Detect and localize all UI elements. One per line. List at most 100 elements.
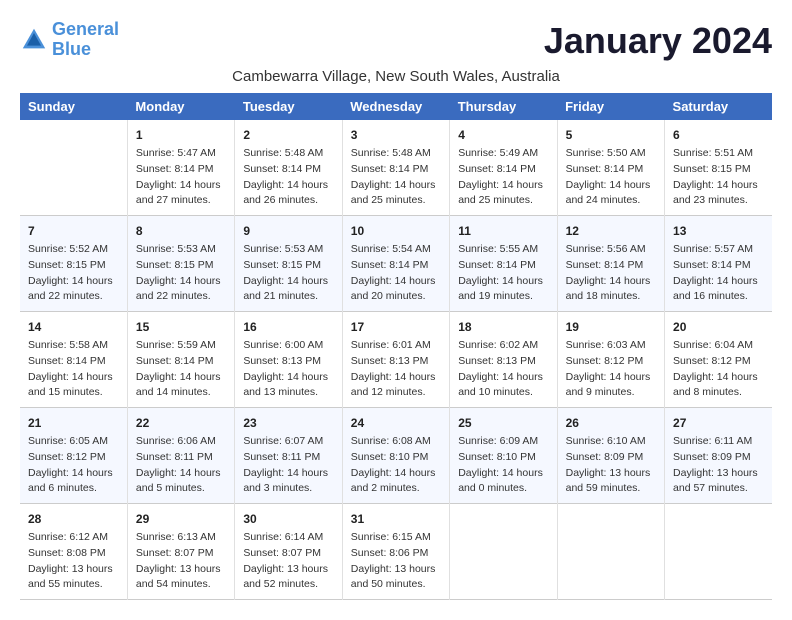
day-number: 29 — [136, 510, 226, 528]
cell-content-line: and 54 minutes. — [136, 577, 226, 593]
calendar-cell: 7Sunrise: 5:52 AMSunset: 8:15 PMDaylight… — [20, 216, 127, 312]
cell-content-line: Daylight: 13 hours — [351, 562, 441, 578]
cell-content-line: Daylight: 14 hours — [136, 466, 226, 482]
cell-content-line: Daylight: 14 hours — [566, 370, 656, 386]
cell-content-line: and 20 minutes. — [351, 289, 441, 305]
calendar-week-row: 28Sunrise: 6:12 AMSunset: 8:08 PMDayligh… — [20, 504, 772, 600]
cell-content-line: Daylight: 13 hours — [566, 466, 656, 482]
cell-content-line: Daylight: 14 hours — [243, 466, 333, 482]
calendar-cell: 23Sunrise: 6:07 AMSunset: 8:11 PMDayligh… — [235, 408, 342, 504]
cell-content-line: and 59 minutes. — [566, 481, 656, 497]
cell-content-line: Daylight: 14 hours — [351, 178, 441, 194]
cell-content-line: Sunrise: 5:57 AM — [673, 242, 764, 258]
cell-content-line: Sunset: 8:12 PM — [28, 450, 119, 466]
cell-content-line: Sunset: 8:13 PM — [458, 354, 548, 370]
day-number: 6 — [673, 126, 764, 144]
cell-content-line: Daylight: 14 hours — [351, 370, 441, 386]
cell-content-line: Sunrise: 6:08 AM — [351, 434, 441, 450]
cell-content-line: and 52 minutes. — [243, 577, 333, 593]
cell-content-line: and 13 minutes. — [243, 385, 333, 401]
cell-content-line: and 18 minutes. — [566, 289, 656, 305]
logo-text: General Blue — [52, 20, 119, 60]
calendar-cell: 25Sunrise: 6:09 AMSunset: 8:10 PMDayligh… — [450, 408, 557, 504]
cell-content-line: Sunrise: 5:48 AM — [351, 146, 441, 162]
cell-content-line: Sunrise: 6:00 AM — [243, 338, 333, 354]
calendar-cell: 3Sunrise: 5:48 AMSunset: 8:14 PMDaylight… — [342, 120, 449, 216]
logo-icon — [20, 26, 48, 54]
day-header-saturday: Saturday — [665, 93, 772, 120]
calendar-cell: 12Sunrise: 5:56 AMSunset: 8:14 PMDayligh… — [557, 216, 664, 312]
calendar-cell: 21Sunrise: 6:05 AMSunset: 8:12 PMDayligh… — [20, 408, 127, 504]
calendar-week-row: 14Sunrise: 5:58 AMSunset: 8:14 PMDayligh… — [20, 312, 772, 408]
calendar-cell: 11Sunrise: 5:55 AMSunset: 8:14 PMDayligh… — [450, 216, 557, 312]
calendar-cell — [557, 504, 664, 600]
day-number: 27 — [673, 414, 764, 432]
cell-content-line: Daylight: 14 hours — [673, 178, 764, 194]
cell-content-line: and 22 minutes. — [136, 289, 226, 305]
cell-content-line: Sunrise: 5:59 AM — [136, 338, 226, 354]
cell-content-line: Daylight: 14 hours — [351, 466, 441, 482]
cell-content-line: Daylight: 14 hours — [28, 274, 119, 290]
cell-content-line: Sunset: 8:14 PM — [458, 162, 548, 178]
cell-content-line: Daylight: 13 hours — [28, 562, 119, 578]
cell-content-line: Daylight: 13 hours — [243, 562, 333, 578]
cell-content-line: and 55 minutes. — [28, 577, 119, 593]
cell-content-line: Daylight: 14 hours — [136, 178, 226, 194]
day-number: 9 — [243, 222, 333, 240]
day-number: 28 — [28, 510, 119, 528]
cell-content-line: Sunset: 8:06 PM — [351, 546, 441, 562]
day-number: 11 — [458, 222, 548, 240]
cell-content-line: Sunrise: 6:11 AM — [673, 434, 764, 450]
calendar-cell: 30Sunrise: 6:14 AMSunset: 8:07 PMDayligh… — [235, 504, 342, 600]
cell-content-line: and 12 minutes. — [351, 385, 441, 401]
calendar-cell: 9Sunrise: 5:53 AMSunset: 8:15 PMDaylight… — [235, 216, 342, 312]
calendar-cell: 6Sunrise: 5:51 AMSunset: 8:15 PMDaylight… — [665, 120, 772, 216]
cell-content-line: Sunrise: 5:54 AM — [351, 242, 441, 258]
calendar-cell: 2Sunrise: 5:48 AMSunset: 8:14 PMDaylight… — [235, 120, 342, 216]
cell-content-line: and 24 minutes. — [566, 193, 656, 209]
day-number: 23 — [243, 414, 333, 432]
calendar-cell: 26Sunrise: 6:10 AMSunset: 8:09 PMDayligh… — [557, 408, 664, 504]
cell-content-line: Sunset: 8:14 PM — [351, 162, 441, 178]
cell-content-line: Sunset: 8:12 PM — [566, 354, 656, 370]
day-number: 17 — [351, 318, 441, 336]
calendar-cell: 28Sunrise: 6:12 AMSunset: 8:08 PMDayligh… — [20, 504, 127, 600]
cell-content-line: Sunrise: 5:51 AM — [673, 146, 764, 162]
day-number: 20 — [673, 318, 764, 336]
day-number: 13 — [673, 222, 764, 240]
day-number: 7 — [28, 222, 119, 240]
day-number: 15 — [136, 318, 226, 336]
day-number: 5 — [566, 126, 656, 144]
calendar-week-row: 7Sunrise: 5:52 AMSunset: 8:15 PMDaylight… — [20, 216, 772, 312]
day-number: 1 — [136, 126, 226, 144]
calendar-cell: 27Sunrise: 6:11 AMSunset: 8:09 PMDayligh… — [665, 408, 772, 504]
day-header-monday: Monday — [127, 93, 234, 120]
cell-content-line: and 5 minutes. — [136, 481, 226, 497]
day-number: 31 — [351, 510, 441, 528]
cell-content-line: and 22 minutes. — [28, 289, 119, 305]
cell-content-line: Sunrise: 6:01 AM — [351, 338, 441, 354]
calendar-week-row: 21Sunrise: 6:05 AMSunset: 8:12 PMDayligh… — [20, 408, 772, 504]
cell-content-line: and 26 minutes. — [243, 193, 333, 209]
header: General Blue January 2024 — [20, 20, 772, 62]
cell-content-line: Sunset: 8:09 PM — [566, 450, 656, 466]
cell-content-line: and 6 minutes. — [28, 481, 119, 497]
cell-content-line: Daylight: 14 hours — [458, 466, 548, 482]
cell-content-line: Sunset: 8:15 PM — [243, 258, 333, 274]
calendar-body: 1Sunrise: 5:47 AMSunset: 8:14 PMDaylight… — [20, 120, 772, 600]
day-header-thursday: Thursday — [450, 93, 557, 120]
cell-content-line: Sunrise: 5:53 AM — [136, 242, 226, 258]
cell-content-line: Sunrise: 6:09 AM — [458, 434, 548, 450]
day-number: 16 — [243, 318, 333, 336]
cell-content-line: Sunrise: 6:13 AM — [136, 530, 226, 546]
day-number: 22 — [136, 414, 226, 432]
calendar-cell: 24Sunrise: 6:08 AMSunset: 8:10 PMDayligh… — [342, 408, 449, 504]
cell-content-line: Daylight: 13 hours — [136, 562, 226, 578]
cell-content-line: Daylight: 13 hours — [673, 466, 764, 482]
calendar-cell — [20, 120, 127, 216]
day-number: 14 — [28, 318, 119, 336]
calendar-cell: 15Sunrise: 5:59 AMSunset: 8:14 PMDayligh… — [127, 312, 234, 408]
cell-content-line: and 8 minutes. — [673, 385, 764, 401]
day-header-sunday: Sunday — [20, 93, 127, 120]
calendar-cell: 4Sunrise: 5:49 AMSunset: 8:14 PMDaylight… — [450, 120, 557, 216]
